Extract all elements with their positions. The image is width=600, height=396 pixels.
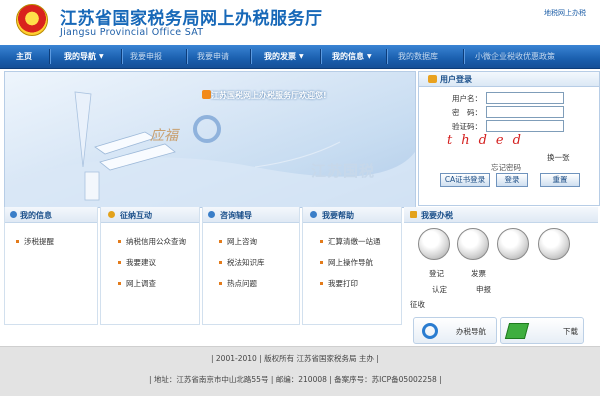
- hot-issues-link[interactable]: 热点问题: [227, 278, 257, 289]
- nav-apply[interactable]: 我要申请: [197, 45, 229, 68]
- password-label: 密 码：: [452, 108, 482, 117]
- captcha-image: thded: [447, 133, 530, 148]
- registration-icon[interactable]: [418, 228, 450, 260]
- user-icon: [428, 75, 437, 83]
- nav-my-database[interactable]: 我的数据库: [398, 45, 438, 68]
- main-nav: 主页 我的导航 ▼ 我要申报 我要申请 我的发票 ▼ 我的信息 ▼ 我的数据库 小微企…: [0, 45, 600, 69]
- footer-address: | 地址：江苏省南京市中山北路55号 | 邮编：210008 | 备案序号：苏I…: [149, 375, 442, 384]
- suggestion-link[interactable]: 我要建议: [126, 257, 156, 268]
- nav-declare[interactable]: 我要申报: [130, 45, 162, 68]
- download-icon: [504, 323, 530, 339]
- captcha-label: 验证码：: [452, 122, 482, 131]
- credit-query-link[interactable]: 纳税信用公众查询: [126, 236, 186, 247]
- tax-knowledge-link[interactable]: 税法知识库: [227, 257, 265, 268]
- nav-home[interactable]: 主页: [16, 45, 32, 68]
- e-logo-icon: [193, 115, 221, 143]
- certification-label[interactable]: 认定: [432, 284, 447, 295]
- collection-label[interactable]: 征收: [410, 299, 425, 310]
- consult-title: 咨询辅导: [220, 211, 252, 220]
- footer-copyright: | 2001-2010 | 版权所有 江苏省国家税务局 主办 |: [211, 354, 379, 363]
- banner-script-text: 应福: [150, 128, 178, 144]
- nav-small-business-policy[interactable]: 小微企业税收优惠政策: [475, 45, 555, 68]
- certification-icon[interactable]: [497, 228, 529, 260]
- tax-emblem-logo: [16, 4, 48, 36]
- survey-link[interactable]: 网上调查: [126, 278, 156, 289]
- password-input[interactable]: [486, 106, 564, 118]
- info-icon: [10, 211, 17, 218]
- banner-watermark: 江苏国税: [311, 162, 376, 180]
- chevron-down-icon: ▼: [99, 53, 104, 60]
- tax-navigation-button[interactable]: 办税导航: [413, 317, 497, 344]
- site-subtitle: Jiangsu Provincial Office SAT: [60, 27, 204, 38]
- chevron-down-icon: ▼: [299, 53, 304, 60]
- help-icon: [310, 211, 317, 218]
- interaction-title: 征纳互动: [120, 211, 152, 220]
- chevron-down-icon: ▼: [367, 53, 372, 60]
- pencil-icon: [108, 211, 115, 218]
- nav-my-navigation[interactable]: 我的导航 ▼: [64, 45, 104, 68]
- reset-button[interactable]: 重置: [540, 173, 580, 187]
- nav-my-info[interactable]: 我的信息 ▼: [332, 45, 372, 68]
- registration-label[interactable]: 登记: [429, 268, 444, 279]
- forgot-password-link[interactable]: 忘记密码: [491, 162, 521, 173]
- operation-guide-link[interactable]: 网上操作导航: [328, 257, 373, 268]
- ca-login-button[interactable]: CA证书登录: [440, 173, 490, 187]
- my-info-panel: [4, 207, 98, 325]
- online-consult-link[interactable]: 网上咨询: [227, 236, 257, 247]
- invoice-icon[interactable]: [457, 228, 489, 260]
- username-label: 用户名：: [452, 94, 482, 103]
- e-logo-icon: [422, 323, 438, 339]
- login-title: 用户登录: [440, 75, 472, 84]
- my-info-title: 我的信息: [20, 211, 52, 220]
- captcha-refresh-link[interactable]: 换一张: [547, 152, 570, 163]
- banner-welcome: 江苏国税网上办税服务厅欢迎您!: [211, 91, 327, 100]
- site-title: 江苏省国家税务局网上办税服务厅: [60, 9, 323, 29]
- service-icon: [410, 211, 417, 218]
- consult-icon: [208, 211, 215, 218]
- captcha-input[interactable]: [486, 120, 564, 132]
- download-label: 下载: [563, 327, 578, 336]
- declaration-label[interactable]: 申报: [476, 284, 491, 295]
- download-button[interactable]: 下载: [500, 317, 584, 344]
- username-input[interactable]: [486, 92, 564, 104]
- help-title: 我要帮助: [322, 211, 354, 220]
- rss-icon: [202, 90, 211, 99]
- settlement-link[interactable]: 汇算清缴一站通: [328, 236, 381, 247]
- invoice-label[interactable]: 发票: [471, 268, 486, 279]
- service-title: 我要办税: [421, 211, 453, 220]
- nav-my-invoice[interactable]: 我的发票 ▼: [264, 45, 304, 68]
- local-tax-link[interactable]: 地税网上办税: [544, 8, 586, 18]
- tax-reminder-link[interactable]: 涉税提醒: [24, 236, 54, 247]
- print-link[interactable]: 我要打印: [328, 278, 358, 289]
- tax-navigation-label: 办税导航: [456, 327, 486, 336]
- login-button[interactable]: 登录: [496, 173, 528, 187]
- declaration-icon[interactable]: [538, 228, 570, 260]
